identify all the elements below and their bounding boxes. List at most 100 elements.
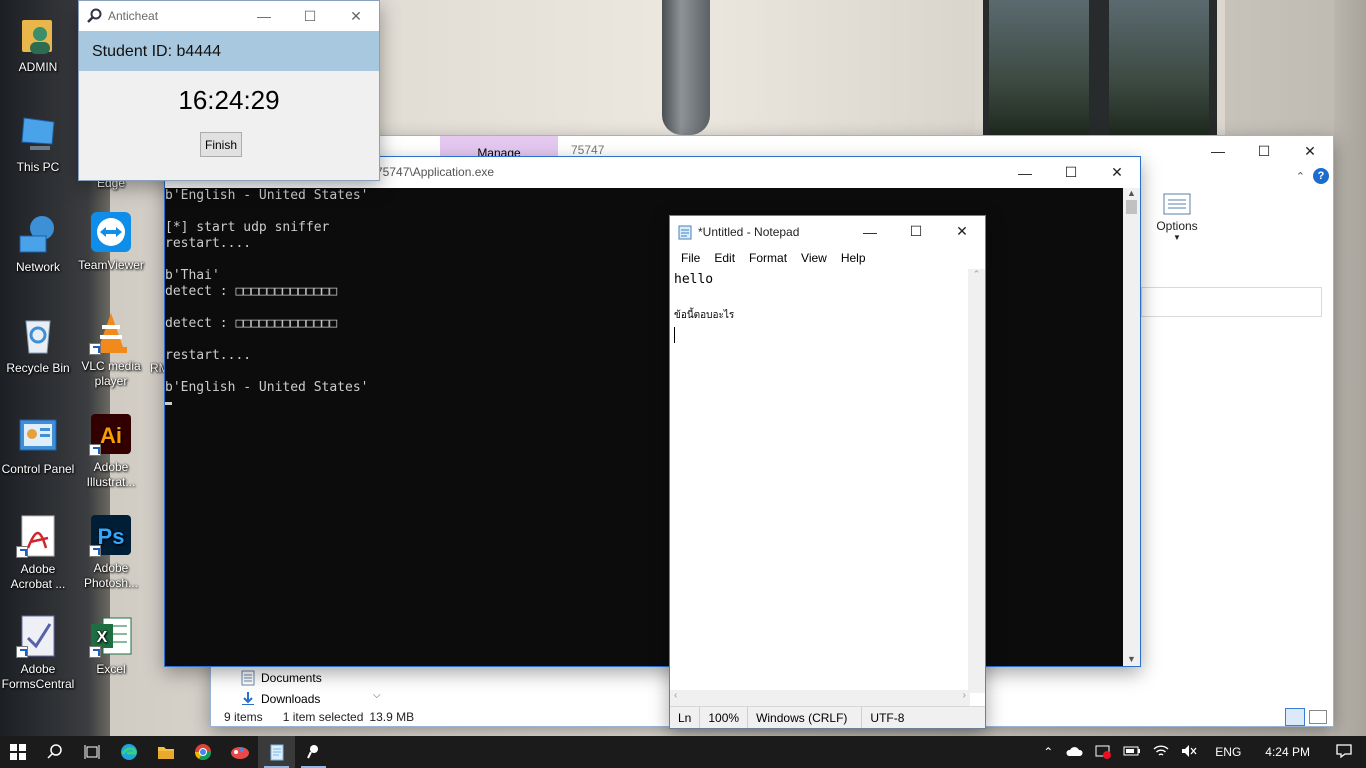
desktop-icon-network[interactable]: Network — [1, 212, 75, 275]
maximize-button[interactable]: ☐ — [287, 1, 333, 31]
menu-file[interactable]: File — [674, 251, 707, 265]
taskbar-notepad[interactable] — [258, 736, 295, 768]
clock[interactable]: 4:24 PM — [1253, 745, 1322, 759]
onedrive-icon[interactable] — [1059, 745, 1089, 760]
console-scrollbar[interactable]: ▲ ▼ — [1123, 188, 1140, 666]
student-id-label: Student ID: b4444 — [79, 31, 379, 71]
ribbon-collapse-icon[interactable]: ⌃ — [1296, 170, 1305, 183]
network-icon — [16, 212, 60, 256]
exam-clock: 16:24:29 — [178, 85, 280, 115]
volume-icon[interactable] — [1175, 744, 1203, 761]
notepad-icon — [270, 744, 283, 761]
status-size: 13.9 MB — [369, 710, 415, 724]
download-icon — [242, 692, 254, 705]
console-window[interactable]: 75747\Application.exe — ☐ ✕ b'English - … — [164, 156, 1141, 667]
desktop-icon-recycle-bin[interactable]: Recycle Bin — [1, 313, 75, 376]
scroll-right-icon[interactable]: › — [963, 690, 966, 706]
desktop-icon-acrobat[interactable]: Adobe Acrobat ... — [1, 514, 75, 592]
notifications-icon[interactable] — [1322, 743, 1366, 762]
status-line-ending: Windows (CRLF) — [748, 707, 863, 728]
tab-manage[interactable]: Manage — [440, 136, 558, 160]
desktop-icon-admin[interactable]: ADMIN — [1, 12, 75, 75]
status-selected: 1 item selected — [282, 710, 364, 724]
explorer-title: 75747 — [571, 143, 605, 157]
taskbar-edge[interactable] — [110, 736, 147, 768]
notepad-text-area[interactable]: hello ข้อนี้ตอบอะไร — [670, 269, 970, 689]
close-button[interactable]: ✕ — [1287, 136, 1333, 166]
maximize-button[interactable]: ☐ — [893, 216, 939, 247]
minimize-button[interactable]: — — [241, 1, 287, 31]
taskbar-chrome[interactable] — [184, 736, 221, 768]
minimize-button[interactable]: — — [1002, 157, 1048, 188]
taskbar-file-explorer[interactable] — [147, 736, 184, 768]
large-icons-view-icon[interactable] — [1309, 710, 1327, 724]
close-button[interactable]: ✕ — [939, 216, 985, 247]
vlc-cone-icon — [89, 311, 133, 355]
menu-help[interactable]: Help — [834, 251, 873, 265]
wallpaper-lamp-post — [662, 0, 710, 135]
show-hidden-icons-button[interactable]: ⌃ — [1037, 745, 1059, 759]
menu-format[interactable]: Format — [742, 251, 794, 265]
close-button[interactable]: ✕ — [1094, 157, 1140, 188]
notepad-horizontal-scrollbar[interactable]: ‹ › — [670, 690, 970, 706]
options-button[interactable]: Options ▼ — [1148, 192, 1206, 242]
edge-icon — [120, 744, 137, 760]
finish-button[interactable]: Finish — [200, 132, 242, 157]
task-view-button[interactable] — [73, 736, 110, 768]
maximize-button[interactable]: ☐ — [1048, 157, 1094, 188]
security-alert-icon[interactable] — [1089, 743, 1117, 762]
text-cursor — [674, 327, 675, 343]
search-input[interactable] — [1141, 287, 1322, 317]
menu-view[interactable]: View — [794, 251, 834, 265]
desktop-icon-illustrator[interactable]: Ai Adobe Illustrat... — [74, 412, 148, 490]
status-encoding: UTF-8 — [870, 710, 905, 725]
scroll-thumb[interactable] — [1126, 200, 1137, 214]
language-indicator[interactable]: ENG — [1203, 745, 1253, 759]
notepad-icon — [678, 225, 692, 239]
desktop-icon-teamviewer[interactable]: TeamViewer — [74, 210, 148, 273]
taskbar-anticheat[interactable] — [295, 736, 332, 768]
acrobat-icon — [16, 514, 60, 558]
anticheat-window[interactable]: Anticheat — ☐ ✕ Student ID: b4444 16:24:… — [78, 0, 380, 181]
scroll-down-icon[interactable]: ▼ — [1123, 654, 1140, 664]
menu-edit[interactable]: Edit — [707, 251, 742, 265]
svg-text:Ai: Ai — [100, 423, 122, 448]
wifi-icon[interactable] — [1147, 744, 1175, 761]
notepad-window[interactable]: *Untitled - Notepad — ☐ ✕ File Edit Form… — [669, 215, 986, 729]
desktop-icon-control-panel[interactable]: Control Panel — [1, 414, 75, 477]
nav-item-downloads[interactable]: Downloads — [241, 692, 320, 705]
taskbar-app-paint[interactable] — [221, 736, 258, 768]
desktop-icon-formscentral[interactable]: Adobe FormsCentral — [1, 614, 75, 692]
battery-icon[interactable] — [1117, 745, 1147, 760]
windows-logo-icon — [10, 744, 26, 760]
scroll-up-icon[interactable]: ▲ — [1123, 188, 1140, 198]
nav-item-documents[interactable]: Documents — [241, 670, 322, 686]
details-view-icon[interactable] — [1285, 708, 1305, 726]
desktop-icon-excel[interactable]: X Excel — [74, 614, 148, 677]
control-panel-icon — [16, 414, 60, 458]
desktop-icon-partial[interactable]: RM — [150, 361, 164, 376]
status-item-count: 9 items — [224, 710, 263, 724]
help-icon[interactable]: ? — [1313, 168, 1329, 184]
close-button[interactable]: ✕ — [333, 1, 379, 31]
desktop-icon-vlc[interactable]: VLC media player — [74, 311, 148, 389]
start-button[interactable] — [0, 736, 36, 768]
desktop-icon-this-pc[interactable]: This PC — [1, 112, 75, 175]
minimize-button[interactable]: — — [847, 216, 893, 247]
svg-text:X: X — [97, 629, 108, 646]
scroll-up-icon[interactable]: ⌃ — [968, 269, 985, 280]
desktop-icon-label: Excel — [96, 662, 126, 676]
notepad-window-controls: — ☐ ✕ — [847, 216, 985, 247]
scroll-left-icon[interactable]: ‹ — [674, 690, 677, 706]
explorer-window-controls: — ☐ ✕ — [1195, 136, 1333, 166]
shortcut-arrow-icon — [16, 546, 28, 558]
nav-scroll-down-icon[interactable]: ⌵ — [373, 690, 381, 701]
desktop-icon-photoshop[interactable]: Ps Adobe Photosh... — [74, 513, 148, 591]
search-button[interactable] — [36, 736, 73, 768]
notepad-vertical-scrollbar[interactable]: ⌃ — [968, 269, 985, 693]
desktop-icon-label: Adobe Acrobat ... — [10, 562, 66, 591]
minimize-button[interactable]: — — [1195, 136, 1241, 166]
maximize-button[interactable]: ☐ — [1241, 136, 1287, 166]
wallpaper-window — [975, 0, 1225, 135]
folder-icon — [157, 747, 174, 759]
